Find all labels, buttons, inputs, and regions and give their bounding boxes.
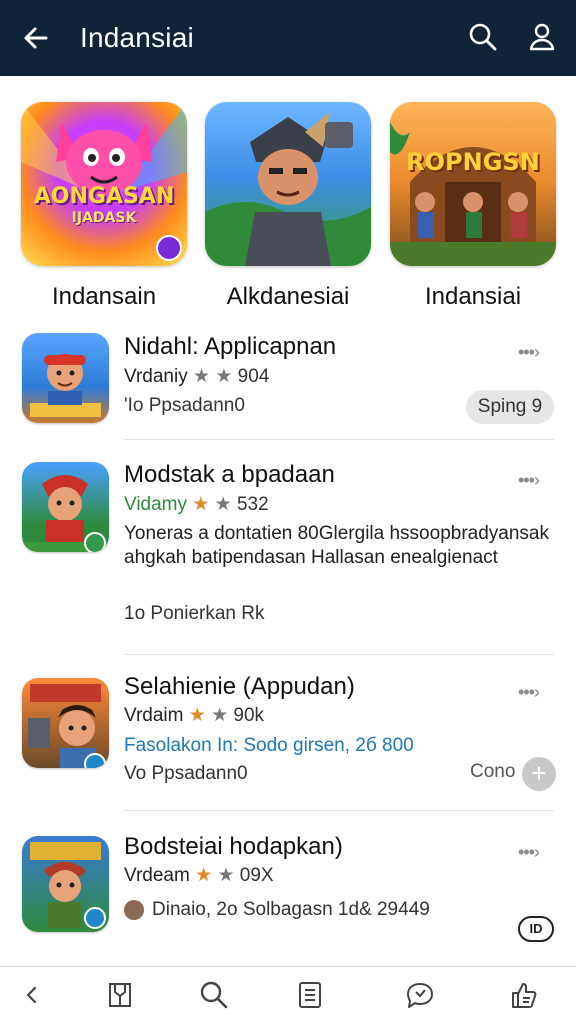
thumbs-up-icon[interactable] xyxy=(506,977,542,1013)
star-icon: ★ xyxy=(214,494,232,515)
featured-app-2[interactable]: Alkdanesiai xyxy=(205,102,371,312)
action-button-label[interactable]: Cono xyxy=(470,756,515,788)
page-title: Indansiai xyxy=(80,22,194,53)
action-pill-button[interactable]: Sping 9 xyxy=(466,390,554,424)
top-app-bar: Indansiai xyxy=(0,0,576,76)
star-icon: ★ xyxy=(195,865,213,886)
document-icon[interactable] xyxy=(292,977,328,1013)
featured-app-artwork xyxy=(205,102,371,266)
app-rating-row: Vrdaniy ★ ★ 904 xyxy=(124,365,269,389)
featured-app-1[interactable]: AONGASAN IJADASK Indansain xyxy=(21,102,187,312)
search-icon[interactable] xyxy=(196,977,232,1013)
featured-app-3[interactable]: ROPNGSN Indansiai xyxy=(390,102,556,312)
app-description: Yoneras a dontatien 80Glergila hssoopbra… xyxy=(124,523,549,568)
app-developer: Vidamy xyxy=(124,494,188,515)
rating-count: 09X xyxy=(239,865,274,886)
app-rating-row: Vrdaim ★ ★ 90k xyxy=(124,704,264,728)
featured-app-artwork: ROPNGSN xyxy=(390,102,556,266)
featured-app-label: Alkdanesiai xyxy=(226,283,350,310)
badge-icon[interactable]: ID xyxy=(518,916,554,942)
plus-icon[interactable]: + xyxy=(522,757,556,791)
app-name: Selahienie (Appudan) xyxy=(124,673,355,700)
chat-icon[interactable] xyxy=(402,977,438,1013)
star-icon: ★ xyxy=(217,865,235,886)
featured-app-logo-text: ROPNGSN xyxy=(406,148,540,176)
app-subtitle: Dinaio, 2o Solbagasn 1d& 29449 xyxy=(152,899,430,920)
featured-app-logo-text: AONGASAN xyxy=(33,184,175,209)
app-icon xyxy=(22,678,109,768)
app-promo-link[interactable]: Fasolakon In: Sodo girsen, 2б 800 xyxy=(124,734,414,758)
featured-app-logo-subtext: IJADASK xyxy=(71,210,137,226)
star-icon: ★ xyxy=(215,366,233,387)
back-arrow-icon[interactable] xyxy=(18,20,54,56)
featured-app-label: Indansain xyxy=(51,283,157,310)
app-icon xyxy=(22,333,109,423)
app-name: Bodsteiai hodapkan) xyxy=(124,833,343,860)
app-rating-row: Vidamy ★ ★ 532 xyxy=(124,493,269,517)
star-icon: ★ xyxy=(188,705,206,726)
divider xyxy=(124,439,554,440)
app-name: Nidahl: Applicapnan xyxy=(124,333,337,360)
featured-carousel: AONGASAN IJADASK Indansain Alkdanesiai R… xyxy=(0,102,576,322)
back-chevron-icon[interactable] xyxy=(14,977,50,1013)
app-developer: Vrdeam xyxy=(124,865,190,886)
app-subtitle: 'Io Ppsadann0 xyxy=(124,395,245,416)
divider xyxy=(124,654,554,655)
person-icon[interactable] xyxy=(524,19,560,55)
star-icon: ★ xyxy=(192,494,210,515)
app-subtitle: 1o Ponierkan Rk xyxy=(124,603,265,624)
rating-count: 90k xyxy=(233,705,265,726)
search-icon[interactable] xyxy=(465,19,501,55)
map-icon[interactable] xyxy=(102,977,138,1013)
star-icon: ★ xyxy=(211,705,229,726)
more-options-icon[interactable]: •••› xyxy=(518,470,558,490)
app-developer: Vrdaim xyxy=(124,705,184,726)
app-developer: Vrdaniy xyxy=(124,366,188,387)
app-rating-row: Vrdeam ★ ★ 09X xyxy=(124,864,274,888)
app-name: Modstak a bpadaan xyxy=(124,461,335,488)
more-options-icon[interactable]: •••› xyxy=(518,342,558,362)
featured-app-artwork: AONGASAN IJADASK xyxy=(21,102,187,266)
rating-count: 532 xyxy=(236,494,269,515)
star-icon: ★ xyxy=(193,366,211,387)
app-icon xyxy=(22,836,109,932)
app-icon xyxy=(22,462,109,552)
app-subtitle: Vo Ppsadann0 xyxy=(124,763,248,784)
divider xyxy=(124,810,554,811)
rating-count: 904 xyxy=(237,366,270,387)
bottom-navigation xyxy=(0,966,576,1024)
more-options-icon[interactable]: •••› xyxy=(518,682,558,702)
avatar xyxy=(124,900,144,920)
more-options-icon[interactable]: •••› xyxy=(518,842,558,862)
featured-app-label: Indansiai xyxy=(424,283,522,310)
